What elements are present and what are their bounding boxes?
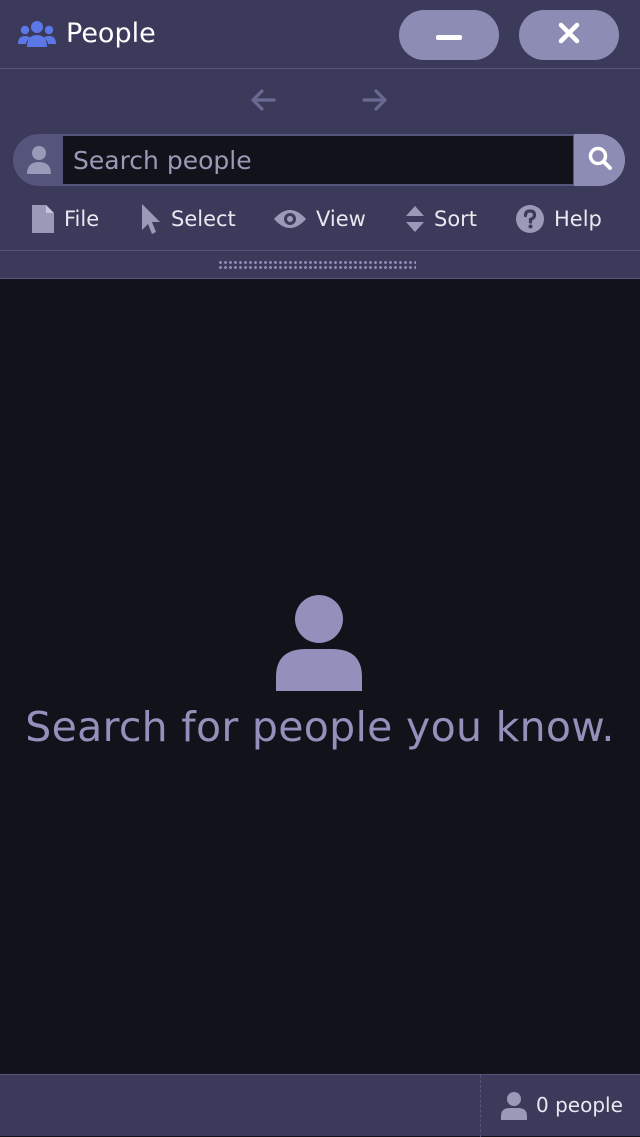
menu-bar: File Select View Sort Help [0, 199, 640, 239]
close-icon [558, 22, 580, 48]
status-bar: 0 people [0, 1074, 640, 1137]
person-icon [501, 1092, 527, 1120]
minimize-icon [436, 26, 462, 45]
minimize-button[interactable] [399, 10, 499, 60]
cursor-icon [141, 204, 161, 234]
eye-icon [274, 207, 306, 231]
panel-splitter[interactable] [0, 251, 640, 279]
help-icon [516, 205, 544, 233]
drag-handle-icon[interactable] [218, 260, 416, 270]
close-button[interactable] [519, 10, 619, 60]
menu-sort[interactable]: Sort [406, 199, 477, 239]
person-icon [276, 595, 362, 691]
search-bar [13, 134, 625, 186]
arrow-right-icon[interactable] [360, 85, 390, 115]
menu-view-label: View [316, 207, 366, 231]
menu-select-label: Select [171, 207, 236, 231]
search-button[interactable] [574, 134, 625, 186]
search-icon [587, 145, 613, 175]
people-count-text: 0 people [536, 1093, 623, 1117]
menu-file[interactable]: File [32, 199, 99, 239]
arrow-left-icon[interactable] [248, 85, 278, 115]
users-icon [18, 20, 56, 48]
menu-file-label: File [64, 207, 100, 231]
menu-view[interactable]: View [274, 199, 366, 239]
menu-sort-label: Sort [434, 207, 478, 231]
people-count: 0 people [480, 1075, 640, 1137]
search-input[interactable] [63, 136, 573, 184]
person-icon [23, 144, 55, 176]
empty-state-message: Search for people you know. [25, 703, 615, 751]
window-title: People [66, 18, 156, 49]
results-panel: Search for people you know. [0, 279, 640, 1074]
file-icon [32, 205, 54, 233]
menu-help-label: Help [554, 207, 602, 231]
sort-icon [406, 206, 424, 232]
toolbar: File Select View [0, 69, 640, 251]
title-bar: People [0, 0, 640, 69]
menu-select[interactable]: Select [141, 199, 236, 239]
menu-help[interactable]: Help [516, 199, 602, 239]
